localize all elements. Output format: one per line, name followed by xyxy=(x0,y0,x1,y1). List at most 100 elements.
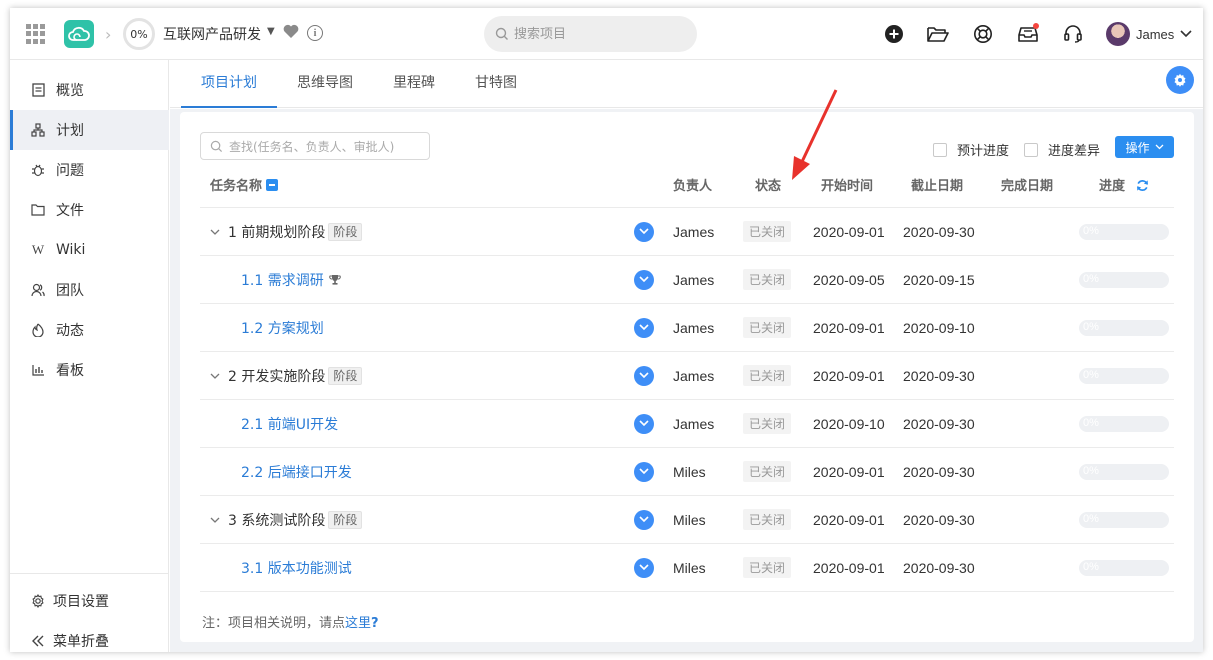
owner[interactable]: Miles xyxy=(673,512,706,528)
col-header-owner[interactable]: 负责人 xyxy=(673,175,712,194)
start-date: 2020-09-10 xyxy=(813,415,885,432)
lifebuoy-icon[interactable] xyxy=(972,23,994,45)
owner-cell: James xyxy=(673,304,714,351)
table-row[interactable]: 1 前期规划阶段 阶段 James 已关闭 2020-09-01 2020-09-30 0% xyxy=(200,208,1174,256)
status-badge: 已关闭 xyxy=(743,509,792,530)
tab-mind-map[interactable]: 思维导图 xyxy=(297,72,353,108)
estimate-progress-checkbox[interactable]: 预计进度 xyxy=(933,140,1009,159)
refresh-icon[interactable] xyxy=(1136,179,1149,192)
inbox-notification-icon[interactable] xyxy=(1017,23,1039,45)
chevron-down-circle-icon[interactable] xyxy=(634,461,654,482)
col-header-finish[interactable]: 完成日期 xyxy=(1001,175,1053,194)
sidebar-item-activity[interactable]: 动态 xyxy=(10,310,169,350)
operate-label: 操作 xyxy=(1125,140,1150,155)
chevron-down-circle-icon[interactable] xyxy=(634,269,654,290)
progress-bar: 0% xyxy=(1079,271,1169,288)
progress-cell: 0% xyxy=(1079,544,1169,591)
owner[interactable]: James xyxy=(673,368,714,384)
owner[interactable]: James xyxy=(673,320,714,336)
sidebar-item-overview[interactable]: 概览 xyxy=(10,70,169,110)
sidebar-item-issues[interactable]: 问题 xyxy=(10,150,169,190)
gear-icon xyxy=(30,593,46,609)
table-row[interactable]: 1.1 需求调研 James 已关闭 2020-09-05 2020-09-15 0% xyxy=(200,256,1174,304)
info-icon[interactable]: i xyxy=(307,25,323,41)
task-name[interactable]: 2 开发实施阶段 xyxy=(228,366,325,386)
col-header-status[interactable]: 状态 xyxy=(755,175,781,194)
task-name[interactable]: 3.1 版本功能测试 xyxy=(241,558,352,578)
due-cell: 2020-09-30 xyxy=(903,208,975,255)
settings-gear-button[interactable] xyxy=(1166,66,1194,94)
task-name[interactable]: 1.1 需求调研 xyxy=(241,270,324,290)
chevron-down-circle-icon[interactable] xyxy=(634,365,654,386)
add-circle-icon[interactable] xyxy=(883,23,905,45)
task-name[interactable]: 1.2 方案规划 xyxy=(241,318,324,338)
table-row[interactable]: 3 系统测试阶段 阶段 Miles 已关闭 2020-09-01 2020-09-30 0% xyxy=(200,496,1174,544)
project-name[interactable]: 互联网产品研发 xyxy=(163,24,261,44)
note-link[interactable]: 这里 xyxy=(345,616,371,631)
progress-bar: 0% xyxy=(1079,319,1169,336)
tab-milestones[interactable]: 里程碑 xyxy=(393,72,435,108)
progress-text: 0% xyxy=(1083,416,1099,429)
progress-variance-checkbox[interactable]: 进度差异 xyxy=(1024,140,1100,159)
activity-icon xyxy=(30,322,46,338)
owner[interactable]: Miles xyxy=(673,560,706,576)
owner[interactable]: James xyxy=(673,416,714,432)
cloud-logo-icon[interactable] xyxy=(64,20,94,48)
status-cell: 已关闭 xyxy=(743,208,792,255)
task-filter[interactable] xyxy=(200,132,430,160)
status-cell: 已关闭 xyxy=(743,352,792,399)
caret-down-icon[interactable]: ▼ xyxy=(267,26,275,37)
apps-grid-icon[interactable] xyxy=(26,24,46,44)
table-row[interactable]: 2.1 前端UI开发 James 已关闭 2020-09-10 2020-09-30 0% xyxy=(200,400,1174,448)
due-date: 2020-09-30 xyxy=(903,223,975,240)
col-header-due[interactable]: 截止日期 xyxy=(911,175,963,194)
status-badge: 已关闭 xyxy=(743,269,792,290)
chevron-down-icon[interactable] xyxy=(210,512,220,528)
table-row[interactable]: 2.2 后端接口开发 Miles 已关闭 2020-09-01 2020-09-30 0% xyxy=(200,448,1174,496)
sidebar-item-plan[interactable]: 计划 xyxy=(10,110,169,150)
checkbox-box[interactable] xyxy=(1024,142,1038,157)
task-name[interactable]: 2.1 前端UI开发 xyxy=(241,414,338,434)
user-menu[interactable]: James xyxy=(1106,21,1192,47)
headset-icon[interactable] xyxy=(1062,23,1084,45)
chevron-down-circle-icon[interactable] xyxy=(634,557,654,578)
status-cell: 已关闭 xyxy=(743,448,792,495)
sidebar-item-files[interactable]: 文件 xyxy=(10,190,169,230)
sidebar: 概览 计划 问题 文件 W Wiki 团队 动态 看板 项目设置 菜单折叠 xyxy=(10,60,169,652)
collapse-menu-button[interactable]: 菜单折叠 xyxy=(10,621,169,652)
chevron-down-icon[interactable] xyxy=(210,368,220,384)
operate-dropdown-button[interactable]: 操作 xyxy=(1115,136,1174,158)
sidebar-item-wiki[interactable]: W Wiki xyxy=(10,230,169,270)
sidebar-item-board[interactable]: 看板 xyxy=(10,350,169,390)
table-row[interactable]: 2 开发实施阶段 阶段 James 已关闭 2020-09-01 2020-09-30 0% xyxy=(200,352,1174,400)
plan-card: 预计进度 进度差异 操作 任务名称 负责人 状态 开始时间 截止日期 完成日期 … xyxy=(180,112,1194,642)
tab-gantt[interactable]: 甘特图 xyxy=(475,72,517,108)
chevron-down-circle-icon[interactable] xyxy=(634,221,654,242)
folder-open-icon[interactable] xyxy=(927,23,949,45)
task-name[interactable]: 3 系统测试阶段 xyxy=(228,510,325,530)
task-name[interactable]: 1 前期规划阶段 xyxy=(228,222,325,242)
chevron-down-icon[interactable] xyxy=(210,224,220,240)
progress-cell: 0% xyxy=(1079,400,1169,447)
task-name[interactable]: 2.2 后端接口开发 xyxy=(241,462,352,482)
sidebar-item-team[interactable]: 团队 xyxy=(10,270,169,310)
start-date: 2020-09-01 xyxy=(813,223,885,240)
task-filter-input[interactable] xyxy=(229,138,425,156)
chevron-down-circle-icon[interactable] xyxy=(634,509,654,530)
status-badge: 已关闭 xyxy=(743,461,792,482)
table-row[interactable]: 3.1 版本功能测试 Miles 已关闭 2020-09-01 2020-09-30 0% xyxy=(200,544,1174,592)
project-search[interactable] xyxy=(484,16,697,52)
owner[interactable]: James xyxy=(673,224,714,240)
owner[interactable]: Miles xyxy=(673,464,706,480)
chevron-down-circle-icon[interactable] xyxy=(634,317,654,338)
table-row[interactable]: 1.2 方案规划 James 已关闭 2020-09-01 2020-09-10 0% xyxy=(200,304,1174,352)
help-icon[interactable]: ? xyxy=(371,616,379,631)
owner[interactable]: James xyxy=(673,272,714,288)
tab-project-plan[interactable]: 项目计划 xyxy=(181,72,277,108)
chevron-down-circle-icon[interactable] xyxy=(634,413,654,434)
heart-icon[interactable] xyxy=(283,24,299,43)
checkbox-box[interactable] xyxy=(933,142,947,157)
collapse-all-icon[interactable] xyxy=(266,179,279,191)
search-input[interactable] xyxy=(514,24,684,44)
project-settings-button[interactable]: 项目设置 xyxy=(10,581,169,621)
